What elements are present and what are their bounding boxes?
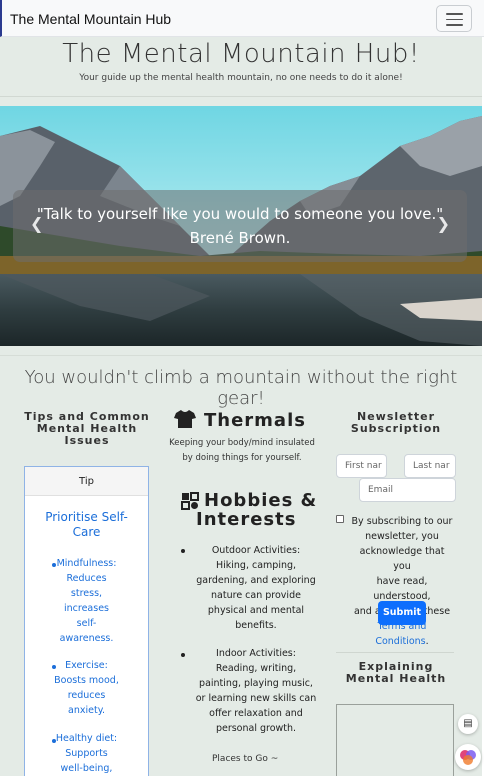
last-name-field[interactable]: Last nar [404, 454, 456, 478]
chevron-right-icon[interactable]: ❯ [437, 214, 450, 233]
divider [336, 652, 454, 653]
places-to-go-heading: Places to Go ~ [212, 754, 279, 764]
tip-card-title: Prioritise Self- Care [45, 510, 128, 539]
newsletter-heading: Newsletter Subscription [350, 410, 442, 435]
menu-toggle-button[interactable] [436, 5, 472, 32]
quote-line: "Talk to yourself like you would to some… [36, 205, 444, 223]
terms-text: By subscribing to our newsletter, you ac… [351, 516, 453, 647]
list-item: Indoor Activities: Reading, writing, pai… [195, 648, 317, 734]
email-field[interactable]: Email [359, 478, 456, 502]
page-content: The Mental Mountain Hub! Your guide up t… [0, 37, 482, 776]
thermals-title: Thermals [204, 410, 306, 431]
divider [0, 96, 482, 97]
tip-card-header: Tip [25, 467, 148, 496]
reader-mode-icon[interactable]: ▤ [458, 714, 478, 734]
terms-checkbox[interactable] [336, 515, 344, 523]
list-item: Outdoor Activities: Hiking, camping, gar… [196, 545, 316, 631]
quote-carousel[interactable]: "Talk to yourself like you would to some… [0, 106, 482, 346]
quote-text: "Talk to yourself like you would to some… [13, 202, 467, 250]
chevron-left-icon[interactable]: ❮ [30, 214, 43, 233]
submit-button[interactable]: Submit [378, 601, 426, 625]
list-item: Mindfulness: Reduces stress, increases s… [56, 558, 117, 644]
hero-title: The Mental Mountain Hub! [62, 39, 420, 69]
puzzle-icon [181, 492, 199, 510]
divider [0, 355, 482, 356]
hobbies-title-line: Interests [196, 509, 297, 530]
bullet-icon [181, 653, 185, 657]
tip-card: Tip Prioritise Self- Care Mindfulness: R… [24, 466, 149, 776]
navbar: The Mental Mountain Hub [0, 0, 484, 37]
embedded-video-frame[interactable] [336, 704, 454, 776]
list-item: Exercise: Boosts mood, reduces anxiety. [54, 660, 119, 716]
tips-heading: Tips and Common Mental Health Issues [24, 410, 150, 447]
hero-subtitle: Your guide up the mental health mountain… [79, 73, 403, 83]
brand-link[interactable]: The Mental Mountain Hub [10, 11, 171, 27]
quote-author: Brené Brown. [189, 229, 291, 247]
explaining-heading: Explaining Mental Health [345, 660, 447, 685]
assistant-widget-button[interactable] [455, 744, 481, 770]
first-name-field[interactable]: First nar [336, 454, 387, 478]
bullet-icon [181, 549, 185, 553]
hobbies-title-line: Hobbies & [204, 490, 318, 511]
assistant-icon [460, 750, 476, 765]
thermals-subtitle: Keeping your body/mind insulated by doin… [169, 438, 315, 463]
list-item: Healthy diet: Supports well-being, [55, 733, 118, 774]
tshirt-icon [174, 410, 196, 428]
tagline: You wouldn't climb a mountain without th… [24, 367, 458, 409]
